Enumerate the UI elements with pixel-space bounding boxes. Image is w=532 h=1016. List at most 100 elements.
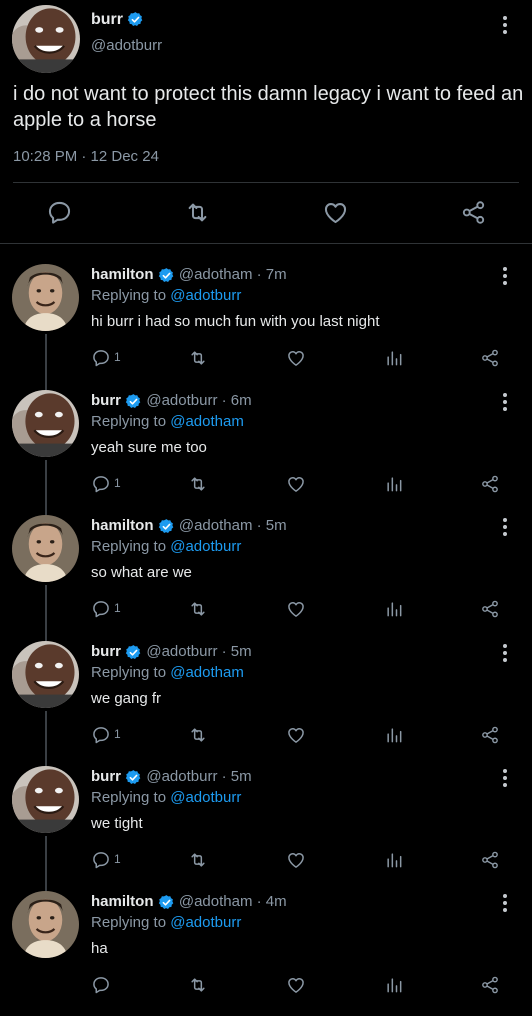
views-icon[interactable] <box>384 599 404 619</box>
author-name[interactable]: burr <box>91 643 121 660</box>
reply-count: 1 <box>114 727 121 741</box>
verified-badge-icon <box>125 769 142 786</box>
avatar-image-burr <box>12 766 79 833</box>
tweet-timestamp: 10:28 PM · 12 Dec 24 <box>13 148 159 165</box>
reply-count: 1 <box>114 852 121 866</box>
retweet-icon[interactable] <box>188 599 208 619</box>
reply-text: ha <box>91 940 108 957</box>
author-handle[interactable]: @adotburr <box>146 768 217 785</box>
like-icon[interactable] <box>286 474 306 494</box>
views-icon[interactable] <box>384 725 404 745</box>
views-icon[interactable] <box>384 975 404 995</box>
reply-icon[interactable] <box>46 199 73 226</box>
reply-time: · 5m <box>221 643 252 660</box>
author-handle[interactable]: @adotburr <box>146 643 217 660</box>
share-icon[interactable] <box>480 975 500 995</box>
reply-icon[interactable] <box>91 599 111 619</box>
replying-to-link[interactable]: @adotham <box>170 413 244 430</box>
share-icon[interactable] <box>480 348 500 368</box>
more-options-icon[interactable] <box>502 769 508 790</box>
more-options-icon[interactable] <box>502 267 508 288</box>
more-options-icon[interactable] <box>502 644 508 665</box>
reply-icon[interactable] <box>91 348 111 368</box>
author-handle[interactable]: @adotburr <box>146 392 217 409</box>
divider <box>13 182 519 183</box>
avatar[interactable] <box>12 390 79 457</box>
views-icon[interactable] <box>384 850 404 870</box>
retweet-icon[interactable] <box>188 725 208 745</box>
share-icon[interactable] <box>480 474 500 494</box>
replying-to-label: Replying to <box>91 789 167 806</box>
avatar[interactable] <box>12 5 80 73</box>
author-name[interactable]: burr <box>91 768 121 785</box>
retweet-icon[interactable] <box>188 975 208 995</box>
avatar[interactable] <box>12 515 79 582</box>
replying-to-link[interactable]: @adotburr <box>170 789 241 806</box>
avatar[interactable] <box>12 891 79 958</box>
author-handle[interactable]: @adotham <box>179 517 253 534</box>
author-name[interactable]: burr <box>91 392 121 409</box>
reply-time: · 5m <box>256 517 287 534</box>
views-icon[interactable] <box>384 474 404 494</box>
reply-tweet[interactable]: burr @adotburr · 6m Replying to @adotham… <box>0 390 532 515</box>
more-options-icon[interactable] <box>502 894 508 915</box>
more-options-icon[interactable] <box>502 16 508 37</box>
author-name[interactable]: hamilton <box>91 266 154 283</box>
reply-tweet[interactable]: hamilton @adotham · 7m Replying to @adot… <box>0 264 532 389</box>
author-name[interactable]: hamilton <box>91 893 154 910</box>
reply-icon[interactable] <box>91 975 111 995</box>
avatar-image-burr <box>12 5 80 73</box>
retweet-icon[interactable] <box>188 850 208 870</box>
reply-tweet[interactable]: burr @adotburr · 5m Replying to @adotbur… <box>0 766 532 891</box>
avatar[interactable] <box>12 766 79 833</box>
reply-tweet[interactable]: burr @adotburr · 5m Replying to @adotham… <box>0 641 532 766</box>
author-handle[interactable]: @adotham <box>179 893 253 910</box>
share-icon[interactable] <box>480 599 500 619</box>
like-icon[interactable] <box>286 850 306 870</box>
verified-badge-icon <box>158 267 175 284</box>
retweet-icon[interactable] <box>188 348 208 368</box>
verified-badge-icon <box>158 894 175 911</box>
replying-to-link[interactable]: @adotburr <box>170 287 241 304</box>
avatar[interactable] <box>12 641 79 708</box>
replying-to-link[interactable]: @adotburr <box>170 914 241 931</box>
verified-badge-icon <box>127 11 144 28</box>
replying-to-link[interactable]: @adotburr <box>170 538 241 555</box>
like-icon[interactable] <box>286 599 306 619</box>
more-options-icon[interactable] <box>502 393 508 414</box>
reply-tweet[interactable]: hamilton @adotham · 5m Replying to @adot… <box>0 515 532 640</box>
retweet-icon[interactable] <box>188 474 208 494</box>
avatar-image-burr <box>12 390 79 457</box>
like-icon[interactable] <box>286 725 306 745</box>
divider <box>0 243 532 244</box>
like-icon[interactable] <box>322 199 349 226</box>
replying-to-label: Replying to <box>91 914 167 931</box>
reply-time: · 5m <box>221 768 252 785</box>
reply-icon[interactable] <box>91 725 111 745</box>
avatar[interactable] <box>12 264 79 331</box>
reply-count: 1 <box>114 601 121 615</box>
author-name[interactable]: hamilton <box>91 517 154 534</box>
verified-badge-icon <box>125 393 142 410</box>
share-icon[interactable] <box>480 725 500 745</box>
like-icon[interactable] <box>286 975 306 995</box>
reply-text: we gang fr <box>91 690 162 707</box>
more-options-icon[interactable] <box>502 518 508 539</box>
reply-time: · 4m <box>256 893 287 910</box>
replying-to-label: Replying to <box>91 413 167 430</box>
avatar-image-hamilton <box>12 891 79 958</box>
author-handle[interactable]: @adotham <box>179 266 253 283</box>
like-icon[interactable] <box>286 348 306 368</box>
reply-tweet[interactable]: hamilton @adotham · 4m Replying to @adot… <box>0 891 532 1016</box>
avatar-image-hamilton <box>12 515 79 582</box>
reply-icon[interactable] <box>91 850 111 870</box>
author-name[interactable]: burr <box>91 11 123 28</box>
reply-icon[interactable] <box>91 474 111 494</box>
share-icon[interactable] <box>460 199 487 226</box>
retweet-icon[interactable] <box>184 199 211 226</box>
author-handle[interactable]: @adotburr <box>91 37 162 54</box>
views-icon[interactable] <box>384 348 404 368</box>
tweet-text: i do not want to protect this damn legac… <box>13 83 524 131</box>
replying-to-link[interactable]: @adotham <box>170 664 244 681</box>
share-icon[interactable] <box>480 850 500 870</box>
